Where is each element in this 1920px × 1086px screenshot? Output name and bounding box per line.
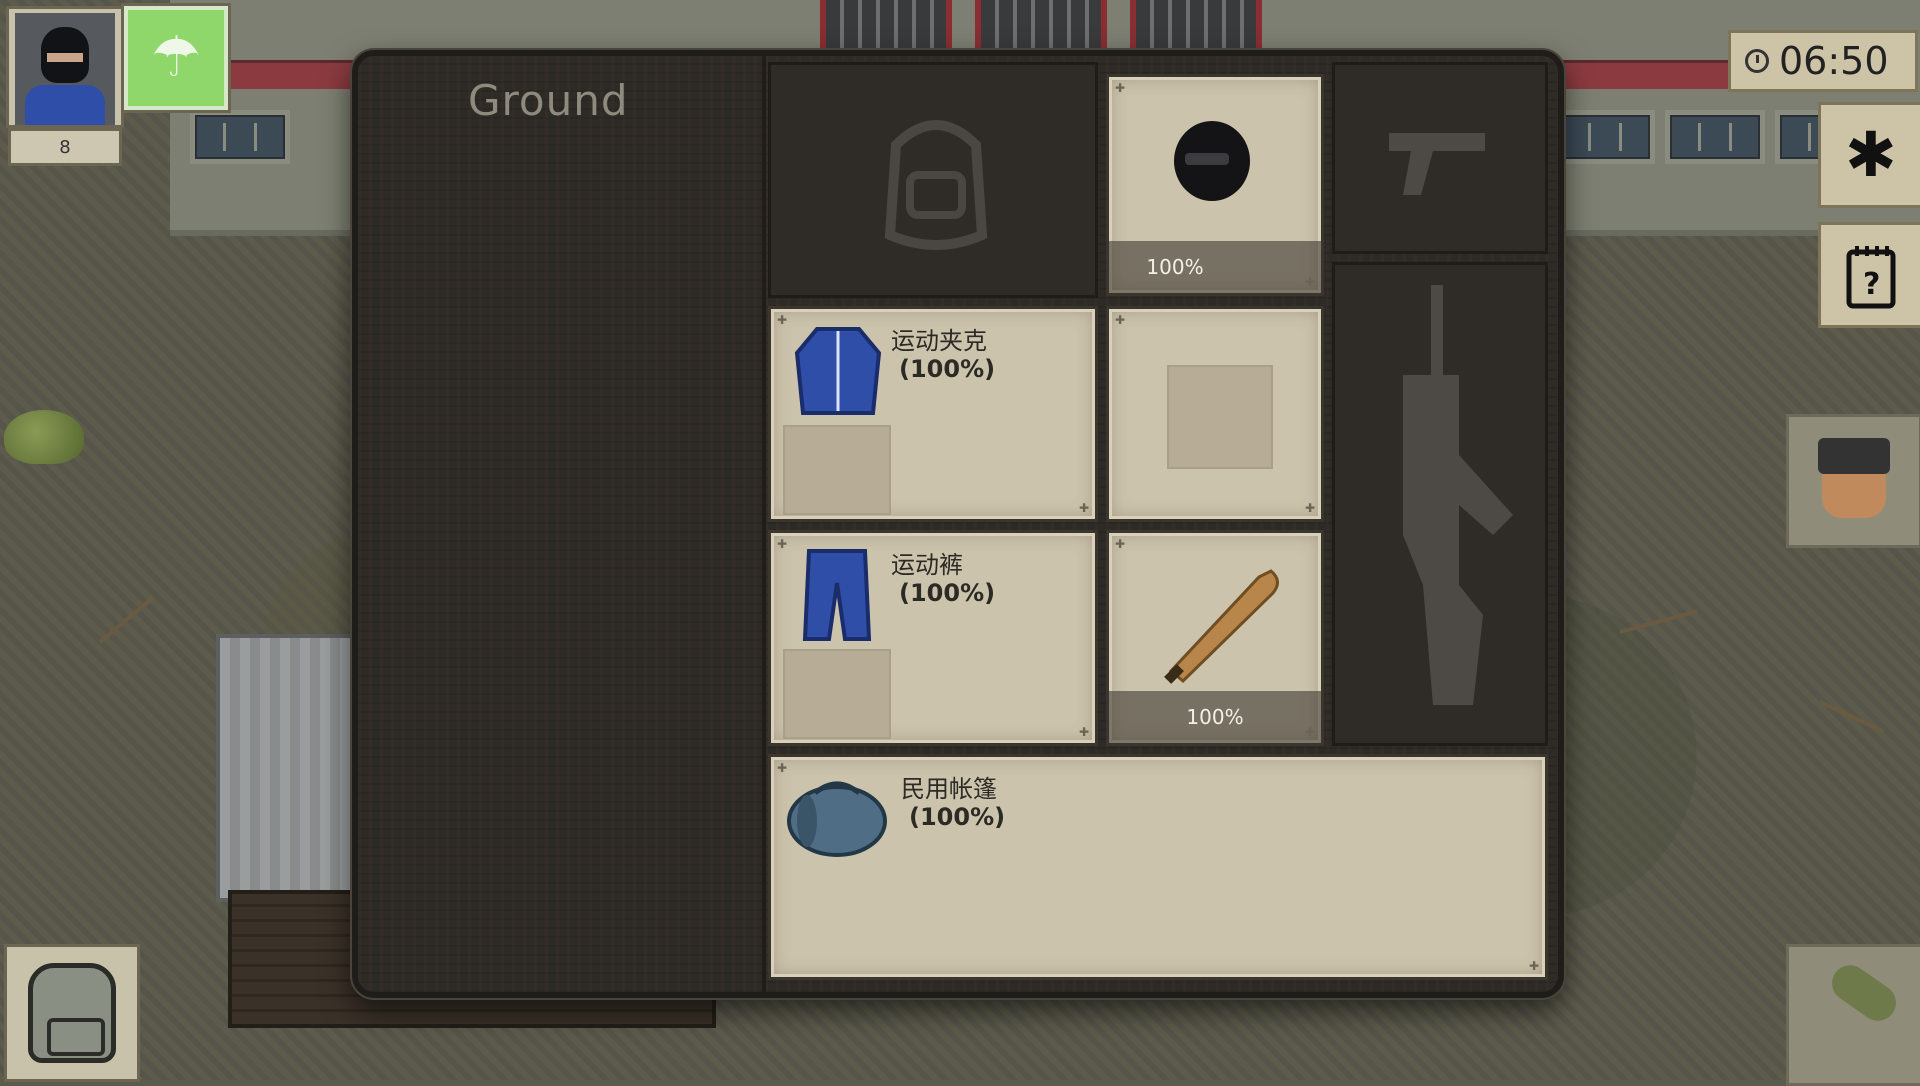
building-gate bbox=[820, 0, 952, 56]
tent-slot[interactable]: 民用帐篷 (100%) bbox=[768, 754, 1548, 980]
hand-icon bbox=[1818, 438, 1890, 518]
legs-item-durability: (100%) bbox=[899, 579, 996, 607]
building-gate bbox=[1130, 0, 1262, 56]
game-clock: 06:50 bbox=[1728, 30, 1918, 92]
head-durability: 100% bbox=[1109, 241, 1321, 293]
clock-icon bbox=[1745, 49, 1769, 73]
shed-roof bbox=[216, 634, 364, 902]
torso-slot[interactable]: 运动夹克 (100%) bbox=[768, 306, 1098, 522]
sidearm-slot[interactable] bbox=[1332, 62, 1548, 254]
rotate-view-button[interactable] bbox=[1786, 944, 1920, 1086]
character-level: 8 bbox=[8, 128, 122, 166]
character-portrait[interactable] bbox=[6, 6, 124, 128]
twig bbox=[1619, 609, 1698, 634]
head-slot[interactable]: 100% bbox=[1106, 74, 1324, 296]
settings-button[interactable]: ✱ bbox=[1818, 102, 1920, 208]
baseball-bat-icon bbox=[1164, 569, 1279, 684]
legs-slot[interactable]: 运动裤 (100%) bbox=[768, 530, 1098, 746]
vest-inner-slot[interactable] bbox=[1167, 365, 1273, 469]
pistol-placeholder-icon bbox=[1389, 133, 1485, 195]
building-window bbox=[1555, 110, 1655, 164]
vest-slot[interactable] bbox=[1106, 306, 1324, 522]
rifle-placeholder-icon bbox=[1403, 285, 1513, 705]
ground-title: Ground bbox=[468, 76, 629, 125]
torso-item-name: 运动夹克 bbox=[891, 327, 987, 355]
twig bbox=[98, 595, 155, 644]
journal-icon: ? bbox=[1846, 246, 1896, 309]
hand-equip-button[interactable] bbox=[1786, 414, 1920, 548]
twig bbox=[1819, 700, 1885, 734]
gear-icon: ✱ bbox=[1845, 118, 1897, 191]
inventory-panel: Ground 100% 运动夹克 (100%) bbox=[352, 50, 1564, 998]
jacket-icon bbox=[794, 327, 882, 415]
melee-durability: 100% bbox=[1109, 691, 1321, 743]
tent-item-name: 民用帐篷 bbox=[901, 775, 997, 803]
torso-item-durability: (100%) bbox=[899, 355, 996, 383]
status-effect-button[interactable]: ☂ bbox=[124, 6, 228, 110]
pocket-slot[interactable] bbox=[783, 425, 891, 515]
legs-item-name: 运动裤 bbox=[891, 551, 963, 579]
melee-slot[interactable]: 100% bbox=[1106, 530, 1324, 746]
primary-weapon-slot[interactable] bbox=[1332, 262, 1548, 746]
svg-text:?: ? bbox=[1863, 267, 1880, 302]
limb-icon bbox=[1825, 958, 1903, 1028]
clock-time: 06:50 bbox=[1779, 39, 1889, 83]
bush bbox=[4, 410, 84, 464]
tent-item-durability: (100%) bbox=[909, 803, 1006, 831]
pants-icon bbox=[802, 549, 872, 641]
tent-bag-icon bbox=[787, 781, 887, 857]
backpack-button[interactable] bbox=[4, 944, 140, 1082]
backpack-placeholder-icon bbox=[884, 120, 988, 250]
backpack-slot[interactable] bbox=[768, 62, 1098, 298]
balaclava-icon bbox=[1174, 121, 1250, 201]
umbrella-icon: ☂ bbox=[150, 25, 202, 90]
character-avatar bbox=[15, 13, 115, 125]
journal-button[interactable]: ? bbox=[1818, 222, 1920, 328]
ground-container[interactable]: Ground bbox=[358, 56, 766, 992]
building-window bbox=[190, 110, 290, 164]
pocket-slot[interactable] bbox=[783, 649, 891, 739]
building-gate bbox=[975, 0, 1107, 56]
building-window bbox=[1665, 110, 1765, 164]
backpack-icon bbox=[28, 963, 116, 1063]
